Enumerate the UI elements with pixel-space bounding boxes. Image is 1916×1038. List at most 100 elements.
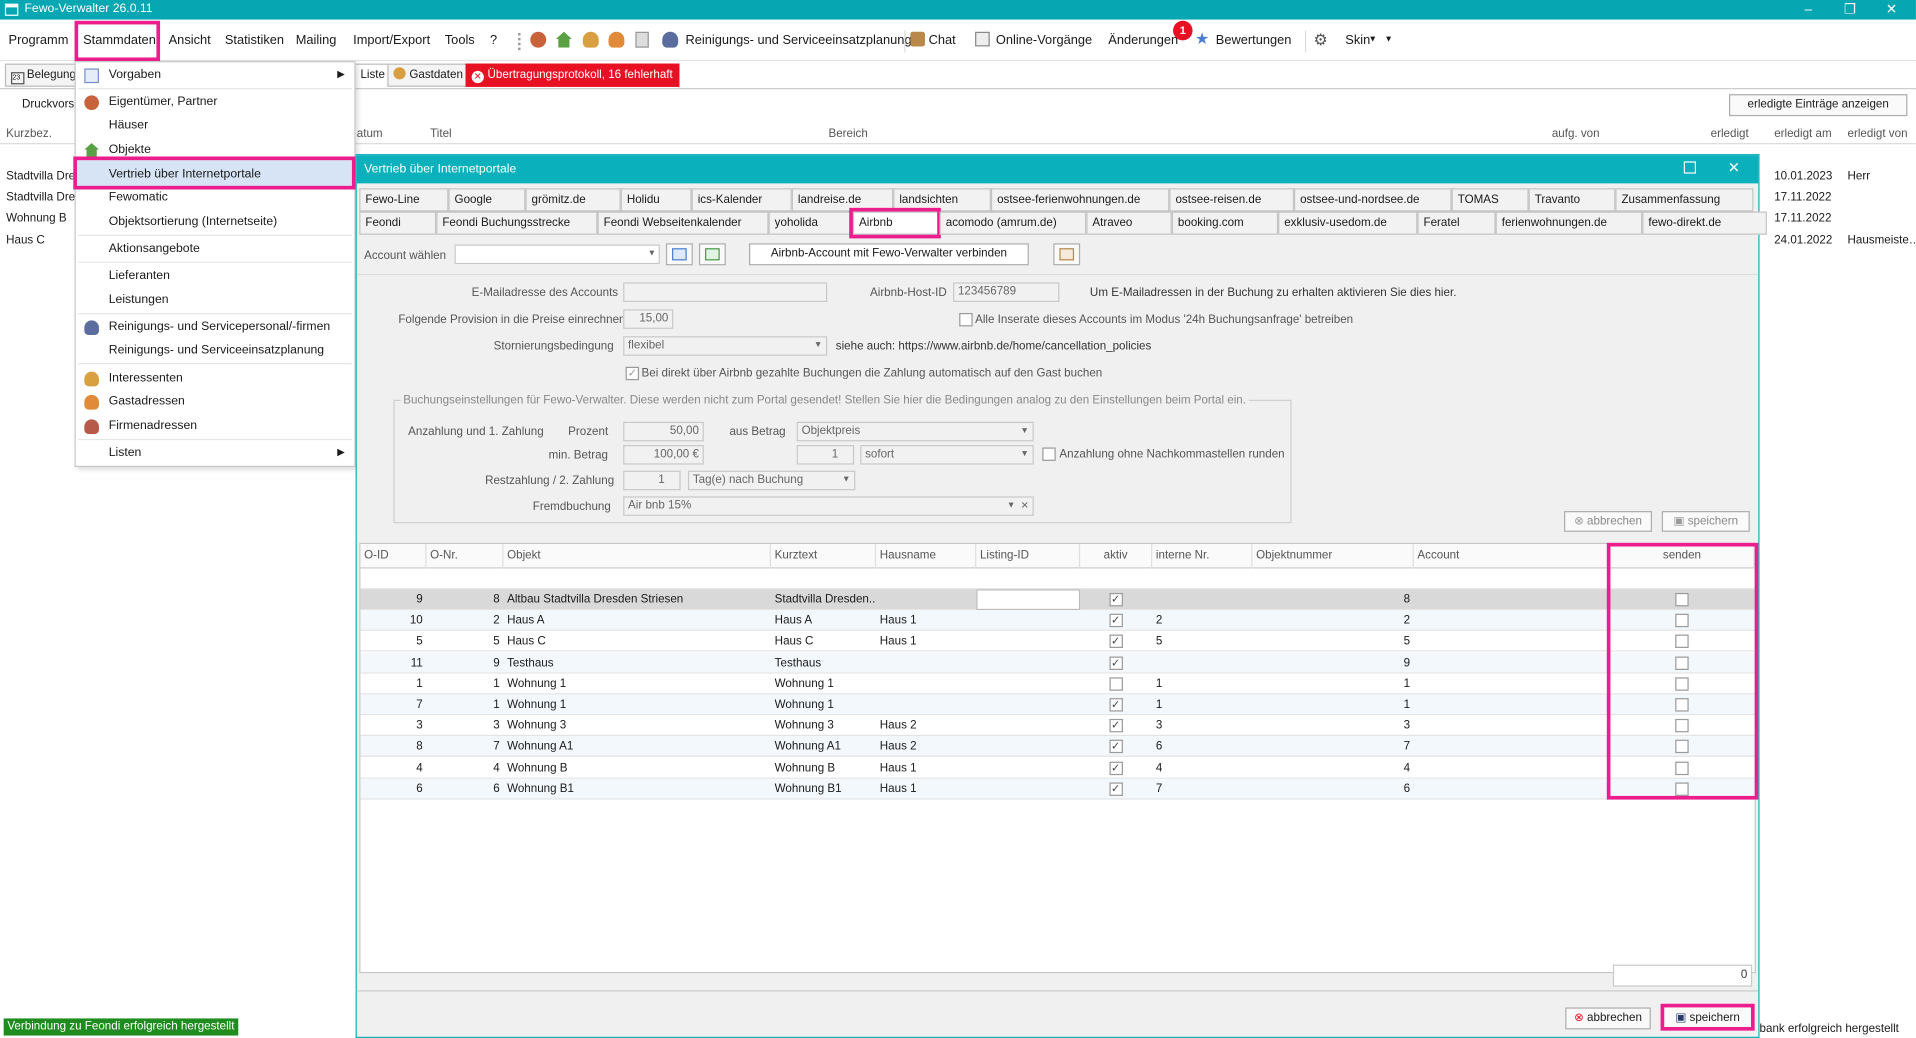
oid-cell[interactable]: 4	[360, 758, 426, 779]
kurz-cell[interactable]: Wohnung B1	[771, 779, 876, 800]
objekt-cell[interactable]: Haus A	[503, 610, 771, 631]
intern-cell[interactable]: 6	[1152, 736, 1252, 757]
portal-tab[interactable]: Atraveo	[1086, 211, 1172, 235]
inserate-checkbox[interactable]	[959, 312, 973, 327]
intern-cell[interactable]: 1	[1152, 694, 1252, 715]
account-add-button[interactable]	[698, 243, 726, 266]
oid-cell[interactable]: 11	[360, 652, 426, 673]
listing-cell[interactable]	[976, 758, 1080, 779]
account-cell[interactable]	[1414, 610, 1611, 631]
intern-cell[interactable]: 4	[1152, 758, 1252, 779]
menu-reinigung[interactable]: Reinigungs- und Serviceeinsatzplanung	[685, 33, 911, 48]
portal-tab[interactable]: Fewo-Line	[359, 188, 449, 212]
house-icon[interactable]	[555, 31, 572, 48]
onr-cell[interactable]: 4	[426, 758, 503, 779]
aktiv-checkbox[interactable]: ✓	[1108, 719, 1123, 733]
portal-tab[interactable]: ferienwohnungen.de	[1495, 211, 1643, 235]
aktiv-cell[interactable]	[1080, 673, 1152, 694]
objnr-cell[interactable]: 5	[1252, 631, 1413, 652]
aktiv-checkbox[interactable]: ✓	[1108, 740, 1123, 754]
filter-row[interactable]	[360, 569, 1755, 590]
haus-cell[interactable]	[876, 673, 976, 694]
intern-cell[interactable]: 2	[1152, 610, 1252, 631]
listing-cell[interactable]	[976, 652, 1080, 673]
listing-cell[interactable]	[976, 779, 1080, 800]
menu-item-objekte[interactable]: Objekte	[109, 143, 151, 156]
col-aufg-von[interactable]: aufg. von	[1552, 127, 1600, 140]
account-cell[interactable]	[1414, 589, 1611, 610]
kurz-cell[interactable]: Wohnung 3	[771, 715, 876, 736]
listing-cell[interactable]	[976, 589, 1081, 611]
column-header[interactable]: Hausname	[876, 544, 977, 569]
objekt-cell[interactable]: Wohnung 1	[503, 673, 771, 694]
portal-tab[interactable]: Travanto	[1528, 188, 1616, 212]
clear-icon[interactable]: ✕	[1021, 498, 1029, 515]
portal-tab[interactable]: Feondi Buchungsstrecke	[436, 211, 598, 235]
aktiv-checkbox[interactable]: ✓	[1108, 656, 1123, 670]
haus-cell[interactable]	[876, 652, 976, 673]
storno-info-link[interactable]: siehe auch: https://www.airbnb.de/home/c…	[836, 340, 1152, 353]
listing-cell[interactable]	[976, 736, 1080, 757]
star-icon[interactable]: ★	[1195, 29, 1209, 49]
account-cell[interactable]	[1414, 715, 1611, 736]
menu-online-vorgaenge[interactable]: Online-Vorgänge	[996, 33, 1092, 48]
account-cell[interactable]	[1414, 736, 1611, 757]
document-icon[interactable]	[635, 31, 649, 48]
list-item[interactable]: Haus C	[6, 234, 45, 247]
menu-bewertungen[interactable]: Bewertungen	[1216, 33, 1292, 48]
group-save-button[interactable]: ▣ speichern	[1661, 511, 1750, 532]
table-row[interactable]: 11 9 Testhaus Testhaus ✓ 9	[360, 652, 1755, 674]
menu-statistiken[interactable]: Statistiken	[225, 33, 284, 48]
account-cell[interactable]	[1414, 631, 1611, 652]
haus-cell[interactable]: Haus 2	[876, 736, 976, 757]
intern-cell[interactable]: 3	[1152, 715, 1252, 736]
menu-item-objektsortierung[interactable]: Objektsortierung (Internetseite)	[109, 215, 277, 228]
onr-cell[interactable]: 2	[426, 610, 503, 631]
menu-ansicht[interactable]: Ansicht	[169, 33, 211, 48]
column-header[interactable]: aktiv	[1080, 544, 1153, 569]
kurz-cell[interactable]: Wohnung B	[771, 758, 876, 779]
menu-stammdaten[interactable]: Stammdaten	[83, 33, 156, 48]
aktiv-checkbox[interactable]: ✓	[1108, 761, 1123, 775]
tage-stepper[interactable]: 1	[796, 445, 855, 465]
menu-programm[interactable]: Programm	[9, 33, 69, 48]
aktiv-checkbox[interactable]: ✓	[1108, 613, 1123, 628]
chevron-down-icon[interactable]: ▼	[1369, 35, 1377, 44]
zahlung-checkbox[interactable]: ✓	[625, 366, 640, 381]
ausbetrag-select[interactable]: Objektpreis ▼	[796, 421, 1034, 442]
tab-gastdaten[interactable]: Gastdaten	[387, 63, 470, 87]
aktiv-cell[interactable]: ✓	[1080, 715, 1152, 736]
objekt-cell[interactable]: Wohnung 1	[503, 694, 771, 715]
intern-cell[interactable]: 1	[1152, 673, 1252, 694]
portal-tab[interactable]: ostsee-ferienwohnungen.de	[990, 188, 1170, 212]
portal-tab[interactable]: acomodo (amrum.de)	[939, 211, 1087, 235]
aktiv-checkbox[interactable]: ✓	[1108, 698, 1123, 712]
account-cell[interactable]	[1414, 694, 1611, 715]
menu-chat[interactable]: Chat	[929, 33, 956, 48]
person-icon[interactable]	[608, 31, 625, 48]
haus-cell[interactable]: Haus 1	[876, 758, 976, 779]
haus-cell[interactable]	[876, 694, 976, 715]
objekt-cell[interactable]: Testhaus	[503, 652, 771, 673]
column-header[interactable]: Objekt	[503, 544, 772, 569]
dialog-save-button[interactable]: ▣ speichern	[1660, 1003, 1755, 1031]
intern-cell[interactable]: 5	[1152, 631, 1252, 652]
table-row[interactable]: 10 2 Haus A Haus A Haus 1 ✓ 2 2	[360, 610, 1755, 632]
druckvorschau-button[interactable]: Druckvorsc	[22, 98, 80, 111]
table-row[interactable]: 3 3 Wohnung 3 Wohnung 3 Haus 2 ✓ 3 3	[360, 715, 1755, 737]
aktiv-checkbox[interactable]: ✓	[1108, 782, 1123, 796]
dialog-close-button[interactable]: ✕	[1728, 159, 1740, 176]
list-item[interactable]: Stadtvilla Dres	[6, 191, 81, 204]
listing-cell[interactable]	[976, 715, 1080, 736]
objnr-cell[interactable]: 8	[1252, 589, 1413, 610]
onr-cell[interactable]: 1	[426, 694, 503, 715]
portal-tab[interactable]: Google	[448, 188, 526, 212]
prozent-field[interactable]: 50,00	[623, 421, 704, 442]
portal-tab[interactable]: ostsee-reisen.de	[1169, 188, 1294, 212]
table-row[interactable]: 9 8 Altbau Stadtvilla Dresden Striesen Stad…	[360, 589, 1755, 611]
aktiv-cell[interactable]: ✓	[1080, 652, 1152, 673]
objekt-cell[interactable]: Wohnung B	[503, 758, 771, 779]
menu-item-reinigungsplanung[interactable]: Reinigungs- und Serviceeinsatzplanung	[109, 344, 324, 357]
intern-cell[interactable]	[1152, 589, 1252, 610]
onr-cell[interactable]: 6	[426, 779, 503, 800]
